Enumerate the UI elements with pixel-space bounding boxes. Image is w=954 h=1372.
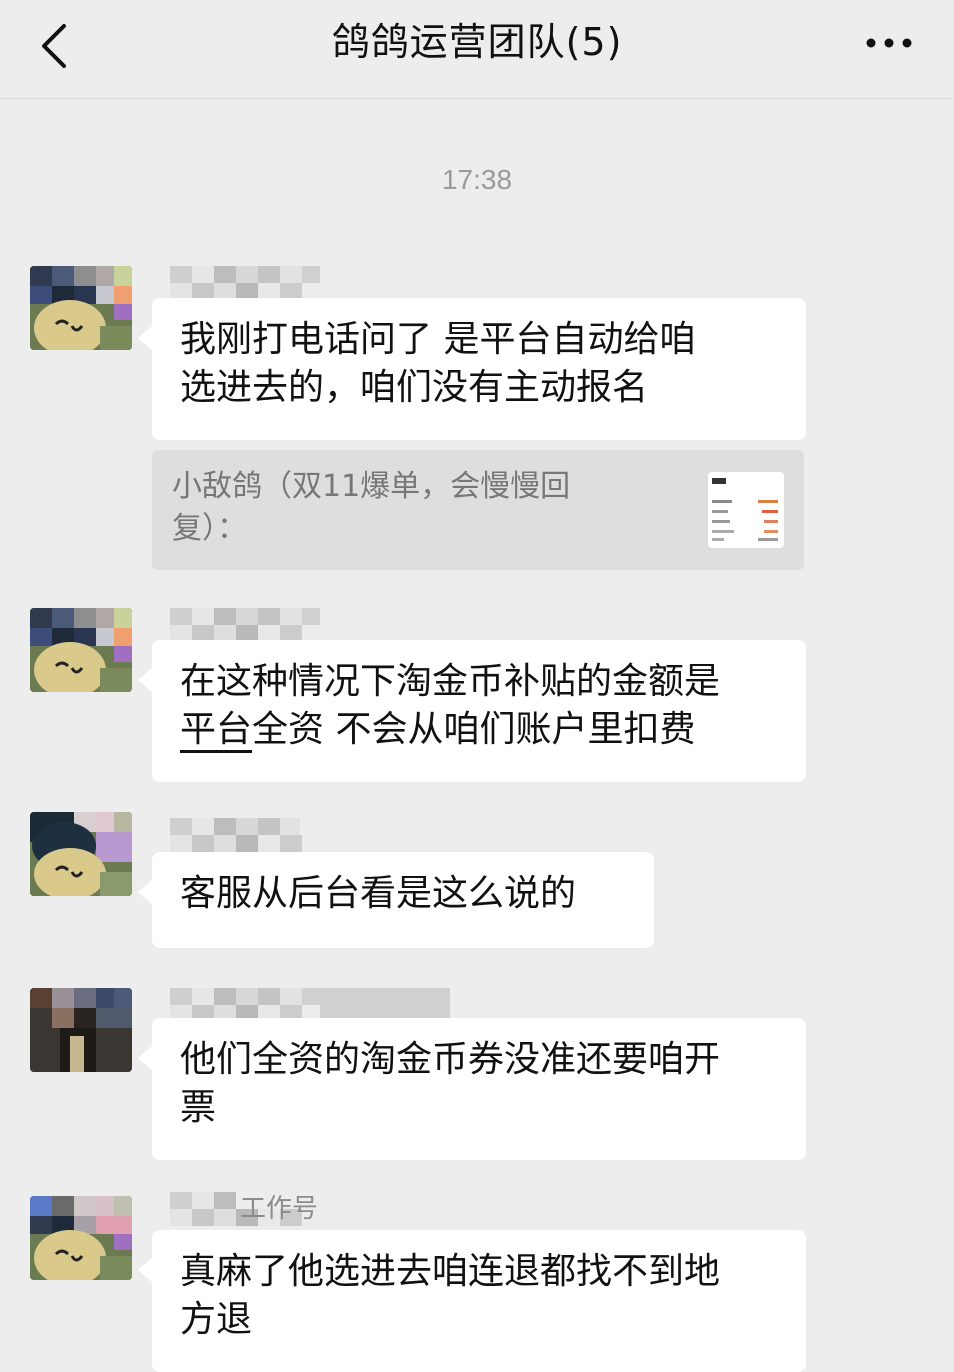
message-line: 我刚打电话问了 是平台自动给咱: [180, 319, 696, 360]
more-button[interactable]: [864, 26, 914, 60]
sender-name: [170, 988, 470, 1022]
message-bubble[interactable]: 真麻了他选进去咱连退都找不到地 方退: [138, 1230, 806, 1372]
title-bar: 鸽鸽运营团队(5): [0, 0, 954, 99]
blurred-name: [170, 266, 320, 300]
message-line: 票: [180, 1087, 217, 1128]
quote-image-thumbnail[interactable]: [708, 472, 784, 548]
avatar[interactable]: [30, 608, 132, 692]
avatar-image: [30, 608, 132, 692]
message-line: 他们全资的淘金币券没准还要咱开: [180, 1039, 721, 1080]
avatar-image: [30, 1196, 132, 1280]
more-dots-icon: [866, 38, 912, 48]
avatar[interactable]: [30, 266, 132, 350]
avatar-image: [30, 812, 132, 896]
sender-suffix: 工作号: [240, 1194, 319, 1224]
avatar[interactable]: [30, 1196, 132, 1280]
sender-name: 工作号: [170, 1192, 370, 1226]
message-line: 选进去的，咱们没有主动报名: [180, 367, 649, 408]
message-bubble[interactable]: 我刚打电话问了 是平台自动给咱 选进去的，咱们没有主动报名: [138, 298, 806, 440]
blurred-name: [170, 818, 320, 852]
timestamp: 17:38: [441, 164, 513, 195]
sender-name: [170, 266, 330, 300]
quoted-message[interactable]: 小敌鸽（双11爆单，会慢慢回复）：: [152, 450, 804, 570]
blurred-name: [170, 608, 320, 642]
message-line: 在这种情况下淘金币补贴的金额是: [180, 661, 721, 702]
message-line: 客服从后台看是这么说的: [180, 873, 577, 914]
avatar-image: [30, 988, 132, 1072]
avatar[interactable]: [30, 988, 132, 1072]
message-line: 平台全资 不会从咱们账户里扣费: [180, 706, 778, 754]
sender-name: [170, 818, 330, 852]
quote-text: 小敌鸽（双11爆单，会慢慢回复）：: [172, 469, 571, 546]
blurred-name: [170, 988, 450, 1022]
avatar-image: [30, 266, 132, 350]
message-line: 真麻了他选进去咱连退都找不到地: [180, 1251, 721, 1292]
chat-title: 鸽鸽运营团队(5): [331, 20, 623, 64]
message-text: 全资 不会从咱们账户里扣费: [252, 709, 696, 750]
message-bubble[interactable]: 在这种情况下淘金币补贴的金额是 平台全资 不会从咱们账户里扣费: [138, 640, 806, 782]
sender-name: [170, 608, 330, 642]
message-line: 方退: [180, 1299, 253, 1340]
avatar[interactable]: [30, 812, 132, 896]
blurred-name: [170, 1192, 320, 1226]
message-bubble[interactable]: 客服从后台看是这么说的: [138, 852, 654, 948]
underlined-text: 平台: [180, 709, 253, 753]
message-bubble[interactable]: 他们全资的淘金币券没准还要咱开 票: [138, 1018, 806, 1160]
